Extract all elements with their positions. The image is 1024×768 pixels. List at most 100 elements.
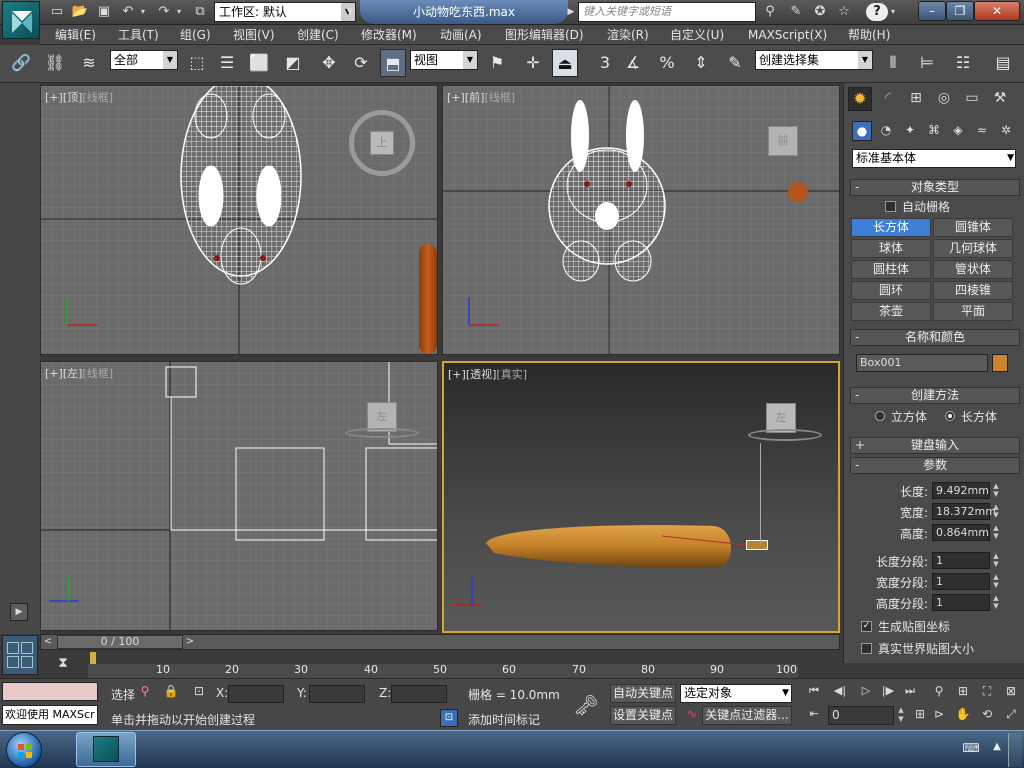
app-logo[interactable]: [2, 1, 40, 39]
selected-box-object[interactable]: [746, 540, 768, 550]
isolate-selection-icon[interactable]: ⚲: [136, 684, 154, 702]
viewport-front[interactable]: [+][前][线框] 前: [442, 85, 840, 355]
viewport-name[interactable]: [顶]: [63, 91, 83, 104]
rollout-object-type[interactable]: - 对象类型: [850, 179, 1020, 196]
viewport-shading[interactable]: [真实]: [496, 368, 527, 381]
select-manipulate-icon[interactable]: ✛: [520, 49, 546, 77]
viewport-label[interactable]: [+][左][线框]: [45, 365, 113, 381]
geometry-icon[interactable]: ●: [852, 121, 872, 141]
layer-manager-icon[interactable]: ☷: [950, 49, 976, 77]
go-to-end-icon[interactable]: ⏭: [900, 684, 920, 702]
shapes-icon[interactable]: ◔: [876, 121, 896, 141]
zoom-all-icon[interactable]: ⊞: [954, 684, 972, 702]
viewport-name[interactable]: [左]: [63, 367, 83, 380]
time-slider[interactable]: < 0 / 100 >: [40, 634, 840, 650]
hierarchy-tab-icon[interactable]: ⊞: [904, 87, 928, 111]
mini-curve-editor-icon[interactable]: ⧗: [48, 655, 78, 675]
z-coord-input[interactable]: [391, 685, 447, 703]
helpers-icon[interactable]: ◈: [948, 121, 968, 141]
utilities-tab-icon[interactable]: ⚒: [988, 87, 1012, 111]
height-segs-spinner[interactable]: ▲ ▼: [991, 594, 1001, 611]
percent-snap-icon[interactable]: %: [654, 49, 680, 77]
next-frame-button-icon[interactable]: |▶: [878, 684, 898, 702]
width-input[interactable]: 18.372mm: [932, 503, 996, 520]
track-bar[interactable]: 10 20 30 40 50 60 70 80 90 100: [88, 652, 798, 678]
menu-views[interactable]: 视图(V): [233, 25, 275, 45]
play-expand-icon[interactable]: ▶: [10, 603, 28, 621]
primitive-type-dropdown[interactable]: 标准基本体 ▼: [852, 149, 1016, 168]
rollout-keyboard-entry[interactable]: + 键盘输入: [850, 437, 1020, 454]
previous-frame-icon[interactable]: ◀|: [830, 684, 850, 702]
current-frame-input[interactable]: 0: [828, 706, 894, 725]
maxscript-listener-bottom[interactable]: 欢迎使用 MAXScr: [2, 705, 98, 725]
geosphere-button[interactable]: 几何球体: [933, 239, 1013, 258]
help-dropdown-icon[interactable]: ▾: [888, 3, 898, 21]
length-input[interactable]: 9.492mm: [932, 482, 990, 499]
viewport-menu[interactable]: [+]: [448, 368, 466, 381]
customize-qat-icon[interactable]: ▼: [344, 3, 356, 21]
pan-icon[interactable]: ✋: [954, 707, 972, 725]
object-name-input[interactable]: Box001: [856, 354, 988, 372]
cylinder-button[interactable]: 圆柱体: [851, 260, 931, 279]
auto-key-button[interactable]: 自动关键点: [610, 684, 676, 703]
set-key-icon[interactable]: 🗝: [568, 687, 604, 723]
bind-space-warp-icon[interactable]: ≋: [76, 49, 102, 77]
undo-icon[interactable]: ↶: [118, 3, 138, 21]
viewport-layout-button[interactable]: [2, 635, 38, 675]
keyboard-tray-icon[interactable]: ⌨: [962, 741, 980, 757]
minimize-button[interactable]: –: [918, 1, 946, 21]
width-segs-input[interactable]: 1: [932, 573, 990, 590]
viewcube-ring[interactable]: [345, 428, 419, 438]
gen-map-coords-checkbox[interactable]: ✓: [861, 621, 872, 632]
search-input[interactable]: 键入关键字或短语: [578, 2, 756, 22]
taskbar-3dsmax-button[interactable]: [76, 732, 136, 767]
time-config-icon[interactable]: ⊞: [910, 707, 930, 725]
menu-animation[interactable]: 动画(A): [440, 25, 482, 45]
systems-icon[interactable]: ✲: [996, 121, 1016, 141]
length-spinner[interactable]: ▲ ▼: [991, 482, 1001, 499]
menu-help[interactable]: 帮助(H): [848, 25, 890, 45]
viewport-label[interactable]: [+][透视][真实]: [448, 366, 527, 382]
subscription-icon[interactable]: ✎: [786, 3, 806, 21]
project-folder-icon[interactable]: ⧉: [190, 3, 210, 21]
rollout-parameters[interactable]: - 参数: [850, 457, 1020, 474]
viewcube[interactable]: 前: [768, 126, 798, 156]
redo-icon[interactable]: ↷: [154, 3, 174, 21]
menu-tools[interactable]: 工具(T): [118, 25, 159, 45]
rollout-name-color[interactable]: - 名称和颜色: [850, 329, 1020, 346]
object-color-swatch[interactable]: [992, 354, 1008, 372]
rectangular-selection-icon[interactable]: ⬜: [246, 49, 272, 77]
menu-graph-editors[interactable]: 图形编辑器(D): [505, 25, 584, 45]
keyboard-shortcut-override-icon[interactable]: ⏏: [552, 49, 578, 77]
open-file-icon[interactable]: 📂: [70, 3, 90, 21]
viewport-perspective[interactable]: [+][透视][真实] 左: [442, 361, 840, 633]
height-input[interactable]: 0.864mm: [932, 524, 990, 541]
cube-radio[interactable]: [875, 411, 885, 421]
key-mode-dropdown[interactable]: 选定对象 ▼: [680, 684, 792, 703]
toolbar-more-icon[interactable]: ▤: [990, 49, 1016, 77]
next-frame-icon[interactable]: >: [183, 635, 197, 649]
rollout-creation-method[interactable]: - 创建方法: [850, 387, 1020, 404]
length-segs-input[interactable]: 1: [932, 552, 990, 569]
select-by-name-icon[interactable]: ☰: [214, 49, 240, 77]
favorites-icon[interactable]: ☆: [834, 3, 854, 21]
time-tag-icon[interactable]: ⊡: [440, 709, 458, 727]
x-coord-input[interactable]: [228, 685, 284, 703]
modify-tab-icon[interactable]: ◜: [876, 87, 900, 111]
real-world-map-checkbox[interactable]: [861, 643, 872, 654]
time-slider-thumb[interactable]: 0 / 100: [57, 635, 183, 649]
zoom-extents-icon[interactable]: ⛶: [978, 684, 996, 702]
viewcube[interactable]: 上: [370, 131, 394, 155]
close-button[interactable]: ✕: [974, 1, 1020, 21]
help-icon[interactable]: ?: [866, 3, 888, 21]
named-selection-dropdown[interactable]: 创建选择集 ▼: [755, 50, 873, 70]
field-of-view-icon[interactable]: ⊳: [930, 707, 948, 725]
save-icon[interactable]: ▣: [94, 3, 114, 21]
cameras-icon[interactable]: ⌘: [924, 121, 944, 141]
torus-button[interactable]: 圆环: [851, 281, 931, 300]
space-warps-icon[interactable]: ≈: [972, 121, 992, 141]
height-segs-input[interactable]: 1: [932, 594, 990, 611]
add-time-tag[interactable]: 添加时间标记: [468, 711, 540, 728]
redo-dropdown-icon[interactable]: ▾: [174, 3, 184, 21]
width-segs-spinner[interactable]: ▲ ▼: [991, 573, 1001, 590]
